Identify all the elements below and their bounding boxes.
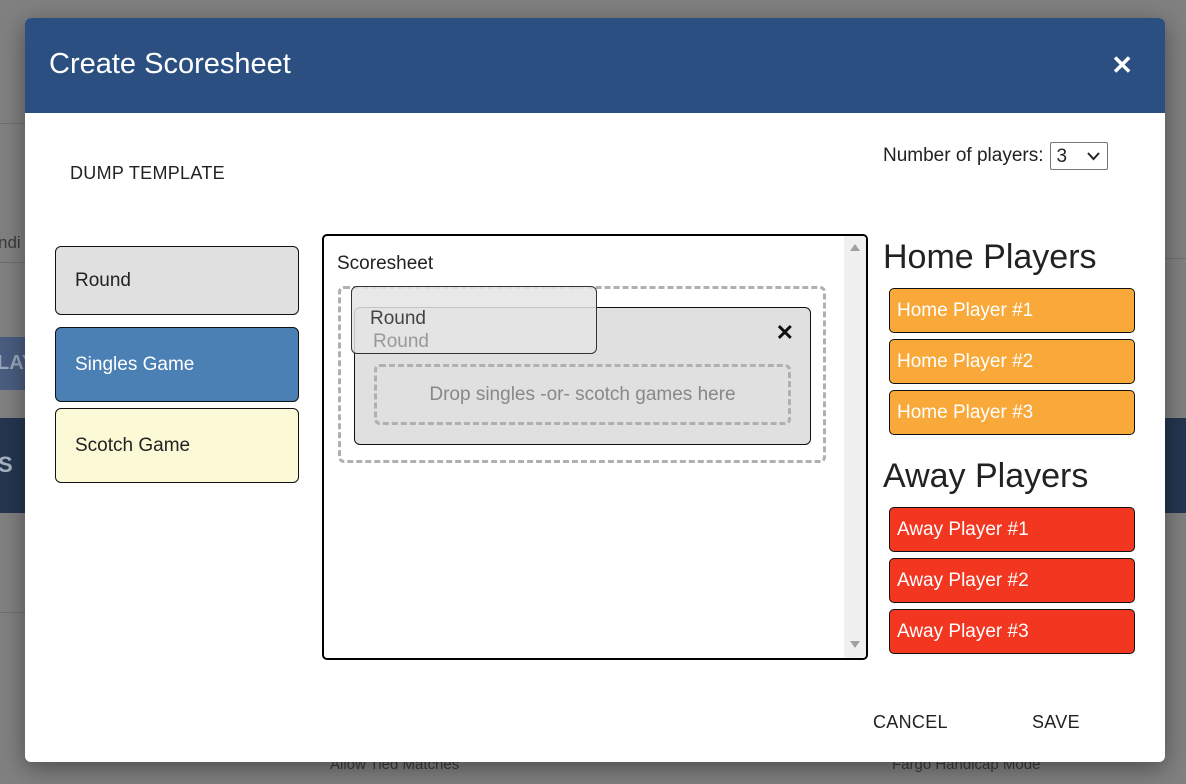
player-label: Home Player #1 <box>897 299 1034 321</box>
bg-divider <box>0 262 25 263</box>
num-players-label: Number of players: <box>883 145 1044 166</box>
palette-item-round[interactable]: Round <box>55 246 299 315</box>
scoresheet-label: Scoresheet <box>337 253 434 274</box>
player-label: Away Player #2 <box>897 569 1029 591</box>
num-players-value: 3 <box>1056 146 1068 167</box>
dialog-header: Create Scoresheet ✕ <box>25 18 1165 113</box>
bg-banner-text: S <box>0 452 13 477</box>
bg-button: LAY <box>0 337 25 390</box>
player-label: Away Player #3 <box>897 620 1029 642</box>
player-label: Home Player #3 <box>897 401 1034 423</box>
away-player-2[interactable]: Away Player #2 <box>889 558 1135 603</box>
num-players-select[interactable]: 3 <box>1049 142 1108 170</box>
scroll-up-icon[interactable] <box>850 244 860 251</box>
create-scoresheet-dialog: Create Scoresheet ✕ DUMP TEMPLATE Number… <box>25 18 1165 762</box>
bg-divider <box>1165 258 1186 259</box>
scrollbar[interactable] <box>844 236 866 658</box>
home-players-title: Home Players <box>883 238 1097 276</box>
save-button[interactable]: SAVE <box>1032 712 1080 733</box>
close-icon[interactable]: ✕ <box>776 320 794 346</box>
round-label: Round <box>373 331 429 352</box>
num-players-control: Number of players: 3 <box>883 142 1108 170</box>
drag-ghost-label: Round <box>370 308 426 329</box>
drop-hint: Drop singles -or- scotch games here <box>429 383 736 405</box>
player-label: Home Player #2 <box>897 350 1034 372</box>
bg-divider <box>0 123 25 124</box>
palette-item-label: Scotch Game <box>75 434 191 456</box>
player-label: Away Player #1 <box>897 518 1029 540</box>
close-icon[interactable]: ✕ <box>1111 50 1133 81</box>
home-player-1[interactable]: Home Player #1 <box>889 288 1135 333</box>
away-player-3[interactable]: Away Player #3 <box>889 609 1135 654</box>
home-player-2[interactable]: Home Player #2 <box>889 339 1135 384</box>
bg-button-label: LAY <box>0 352 25 374</box>
cancel-button[interactable]: CANCEL <box>873 712 948 733</box>
games-drop-zone[interactable]: Drop singles -or- scotch games here <box>374 364 791 425</box>
scroll-down-icon[interactable] <box>850 641 860 648</box>
bg-text-fragment: ndi <box>0 233 21 252</box>
palette-item-scotch-game[interactable]: Scotch Game <box>55 408 299 483</box>
away-player-1[interactable]: Away Player #1 <box>889 507 1135 552</box>
chevron-down-icon <box>1086 152 1100 161</box>
dialog-title: Create Scoresheet <box>49 48 291 80</box>
scoresheet-canvas[interactable]: Scoresheet ✕ Drop singles -or- scotch ga… <box>322 234 868 660</box>
home-player-3[interactable]: Home Player #3 <box>889 390 1135 435</box>
bg-divider <box>0 612 25 613</box>
away-players-title: Away Players <box>883 457 1089 495</box>
palette-item-label: Round <box>75 269 131 291</box>
dump-template-button[interactable]: DUMP TEMPLATE <box>70 163 225 184</box>
palette-item-singles-game[interactable]: Singles Game <box>55 327 299 402</box>
palette-item-label: Singles Game <box>75 353 195 375</box>
